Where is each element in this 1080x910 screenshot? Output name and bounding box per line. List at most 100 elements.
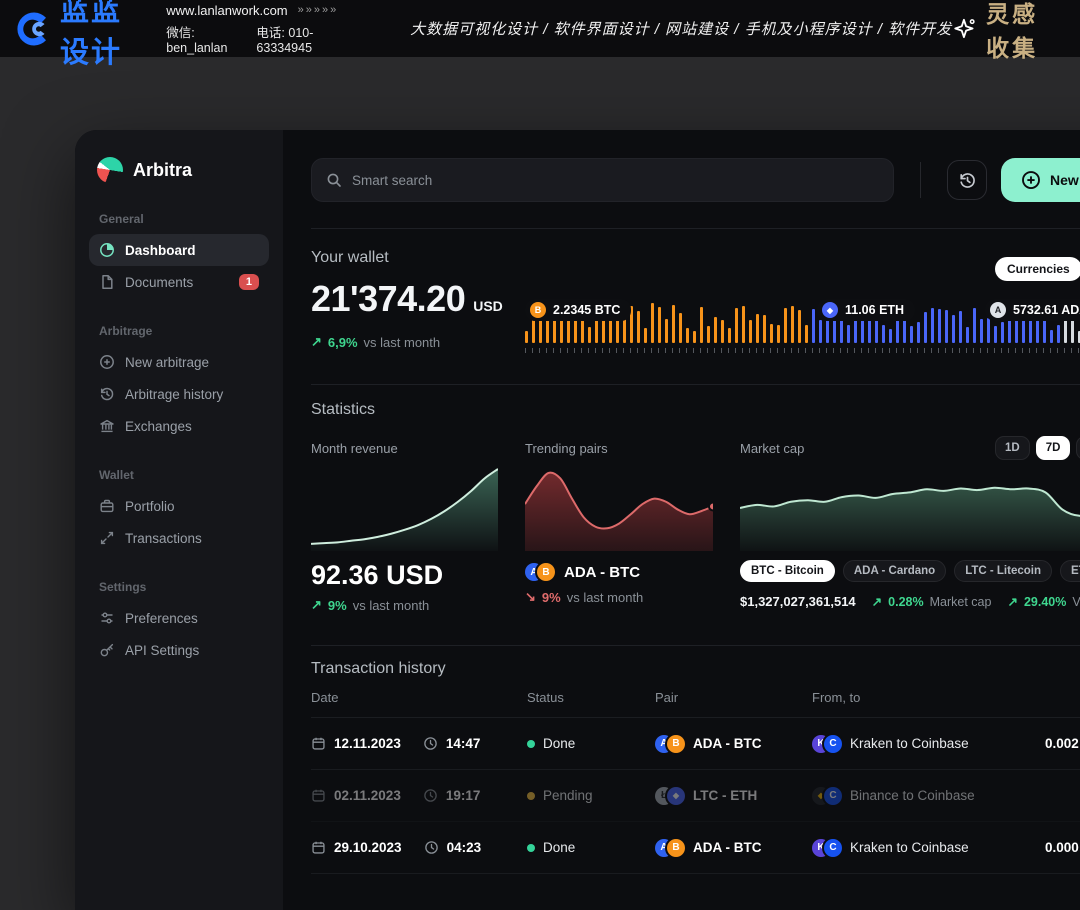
wallet-toggle: Currencies Exchanges (995, 257, 1080, 281)
tx-amount: 0.002 (1045, 736, 1080, 751)
history-restore-button[interactable] (947, 160, 987, 200)
plus-circle-icon (1021, 170, 1041, 190)
btc-coin-icon (537, 563, 555, 581)
wallet-sparkline: 2.2345 BTC 11.06 ETH 5732.61 ADA (525, 295, 1080, 353)
document-icon (99, 274, 115, 290)
coinbase-icon (824, 787, 842, 805)
eth-coin-icon (822, 302, 838, 318)
sidebar-section-arbitrage: Arbitrage (99, 324, 269, 338)
sidebar-item-api-settings[interactable]: API Settings (89, 634, 269, 666)
dashboard-icon (99, 242, 115, 258)
transaction-table-header: Date Status Pair From, to (311, 690, 1080, 718)
arbitra-logo-icon (97, 157, 123, 183)
sparkle-icon (952, 16, 978, 42)
range-1d[interactable]: 1D (995, 436, 1030, 460)
wallet-section: Your wallet Currencies Exchanges 21'374.… (311, 229, 1080, 384)
holding-btc: 2.2345 BTC (525, 299, 631, 321)
sidebar-item-documents[interactable]: Documents 1 (89, 266, 269, 298)
tx-amount: 0.000 (1045, 840, 1080, 855)
chip-ltc[interactable]: LTC - Litecoin (954, 560, 1052, 582)
trending-pairs-chart (525, 465, 713, 551)
collect-label: 灵感收集 (986, 0, 1064, 63)
new-arbitrage-button[interactable]: New arbitrage (1001, 158, 1080, 202)
banner-collect[interactable]: 灵感收集 (952, 0, 1064, 63)
currencies-pill[interactable]: Currencies (995, 257, 1080, 281)
sidebar-section-settings: Settings (99, 580, 269, 594)
table-row[interactable]: 02.11.2023 19:17 Pending LTC - ETH Binan… (311, 770, 1080, 822)
up-arrow-icon: ↗ (1007, 594, 1017, 609)
sidebar-item-portfolio[interactable]: Portfolio (89, 490, 269, 522)
sidebar-item-new-arbitrage[interactable]: New arbitrage (89, 346, 269, 378)
up-arrow-icon: ↗ (872, 594, 882, 609)
sidebar-item-label: Transactions (125, 531, 202, 546)
sidebar: Arbitra General Dashboard Documents 1 Ar… (75, 130, 283, 910)
trending-pairs-card: Trending pairs ADA - BTC ↘ 9% vs last mo… (525, 441, 713, 613)
wallet-sparkline-ticks (525, 348, 1080, 353)
month-revenue-value: 92.36 USD (311, 561, 498, 589)
key-icon (99, 642, 115, 658)
search-bar[interactable] (311, 158, 894, 202)
sidebar-item-arbitrage-history[interactable]: Arbitrage history (89, 378, 269, 410)
chip-btc[interactable]: BTC - Bitcoin (740, 560, 835, 582)
calendar-icon (311, 736, 326, 751)
sidebar-item-label: Dashboard (125, 243, 196, 258)
banner-contact: www.lanlanwork.com »»»»» 微信: ben_lanlan … (166, 3, 346, 55)
sidebar-item-preferences[interactable]: Preferences (89, 602, 269, 634)
tx-date: 29.10.2023 (334, 840, 402, 855)
topbar-divider (920, 162, 921, 198)
sidebar-item-dashboard[interactable]: Dashboard (89, 234, 269, 266)
sidebar-section-general: General (99, 212, 269, 226)
transaction-history-section: Transaction history Date Status Pair Fro… (311, 645, 1080, 874)
up-arrow-icon: ↗ (311, 597, 322, 613)
eth-coin-icon (667, 787, 685, 805)
pair-coins (655, 787, 685, 805)
search-input[interactable] (352, 173, 879, 188)
holding-ada: 5732.61 ADA (985, 299, 1080, 321)
range-1m[interactable]: 1M (1076, 436, 1080, 460)
arbitra-app-window: Arbitra General Dashboard Documents 1 Ar… (75, 130, 1080, 910)
header-pair: Pair (655, 690, 812, 705)
pair-coins (525, 563, 555, 581)
tx-route: Kraken to Coinbase (850, 840, 969, 855)
clock-icon (423, 788, 438, 803)
tx-pair: ADA - BTC (693, 736, 762, 751)
main-content: New arbitrage Your wallet Currencies Exc… (283, 130, 1080, 910)
month-revenue-card: Month revenue 92.36 USD ↗ 9% vs last mon… (311, 441, 498, 613)
arrows-decor: »»»»» (298, 4, 339, 16)
range-7d[interactable]: 7D (1036, 436, 1071, 460)
tx-time: 19:17 (446, 788, 481, 803)
banner-brand: 蓝蓝设计 (16, 0, 152, 71)
status-dot-done (527, 740, 535, 748)
briefcase-icon (99, 498, 115, 514)
sidebar-item-exchanges[interactable]: Exchanges (89, 410, 269, 442)
banner-brand-name: 蓝蓝设计 (60, 0, 152, 71)
status-dot-pending (527, 792, 535, 800)
banner-services: 大数据可视化设计 / 软件界面设计 / 网站建设 / 手机及小程序设计 / 软件… (410, 18, 952, 39)
coinbase-icon (824, 735, 842, 753)
tx-status: Done (543, 736, 575, 751)
topbar: New arbitrage (311, 158, 1080, 202)
sidebar-section-wallet: Wallet (99, 468, 269, 482)
pair-coins (655, 735, 685, 753)
table-row[interactable]: 29.10.2023 04:23 Done ADA - BTC Kraken t… (311, 822, 1080, 874)
statistics-section: Statistics Month revenue 92.36 USD ↗ 9% … (311, 384, 1080, 613)
ada-coin-icon (990, 302, 1006, 318)
market-cap-value: $1,327,027,361,514 (740, 594, 856, 609)
banner-url[interactable]: www.lanlanwork.com (166, 3, 287, 18)
calendar-icon (311, 788, 326, 803)
banner-phone: 电话: 010-63334945 (256, 22, 346, 55)
app-logo[interactable]: Arbitra (89, 154, 269, 186)
sliders-icon (99, 610, 115, 626)
month-revenue-chart (311, 465, 498, 551)
chip-ada[interactable]: ADA - Cardano (843, 560, 946, 582)
sidebar-item-label: Portfolio (125, 499, 175, 514)
clock-icon (423, 736, 438, 751)
lanlan-logo-icon (16, 11, 52, 47)
table-row[interactable]: 12.11.2023 14:47 Done ADA - BTC Kraken t… (311, 718, 1080, 770)
chip-eth[interactable]: ETH - Ethereum (1060, 560, 1080, 582)
tx-date: 12.11.2023 (334, 736, 401, 751)
banner-wechat: 微信: ben_lanlan (166, 22, 240, 55)
sidebar-item-transactions[interactable]: Transactions (89, 522, 269, 554)
coinbase-icon (824, 839, 842, 857)
wallet-title: Your wallet (311, 249, 1080, 267)
